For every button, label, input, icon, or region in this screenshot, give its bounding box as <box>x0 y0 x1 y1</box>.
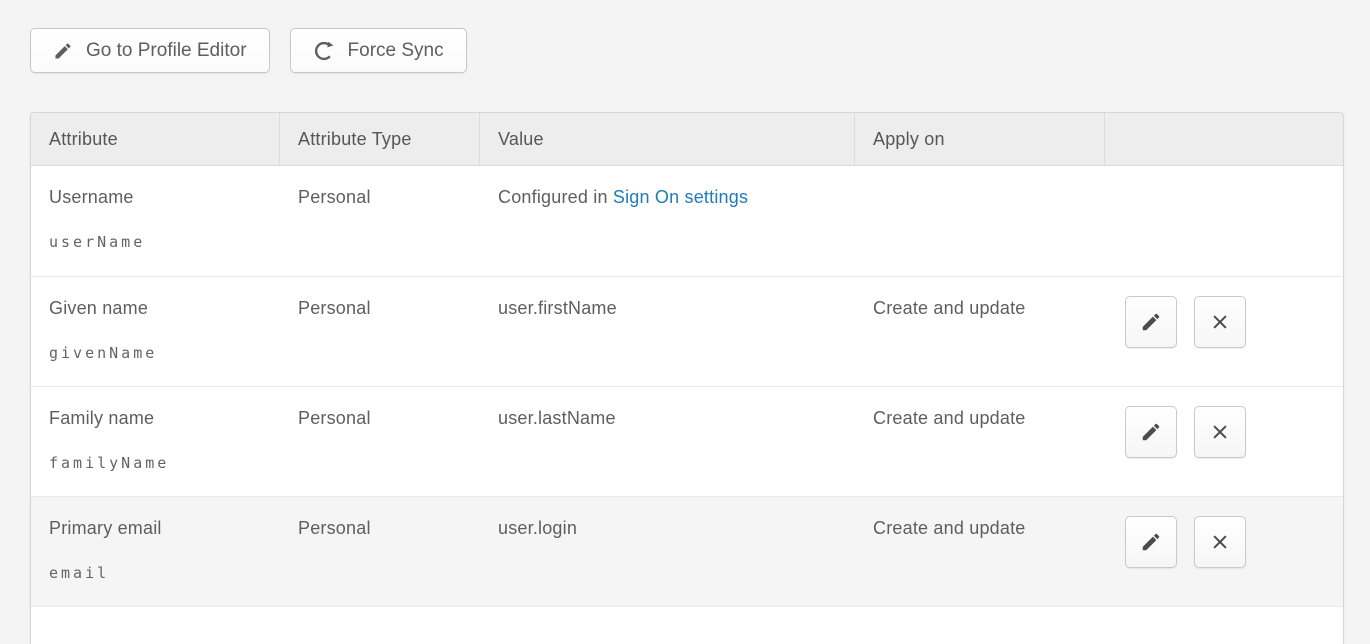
remove-attribute-button[interactable] <box>1194 296 1246 348</box>
table-header: Attribute Attribute Type Value Apply on <box>31 113 1343 166</box>
column-header-attribute: Attribute <box>31 113 280 165</box>
column-header-attribute-type: Attribute Type <box>280 113 480 165</box>
close-icon <box>1209 531 1231 553</box>
actions-cell <box>1105 497 1343 606</box>
edit-attribute-button[interactable] <box>1125 296 1177 348</box>
edit-attribute-button[interactable] <box>1125 406 1177 458</box>
table-row-empty <box>31 606 1343 644</box>
toolbar: Go to Profile Editor Force Sync <box>0 0 1370 73</box>
attribute-mappings-table: Attribute Attribute Type Value Apply on … <box>30 112 1344 644</box>
value-text: user.login <box>498 518 577 538</box>
table-row: Username userName Personal Configured in… <box>31 166 1343 276</box>
value-text: user.firstName <box>498 298 617 318</box>
close-icon <box>1209 421 1231 443</box>
attribute-label: Primary email <box>49 518 262 539</box>
attribute-type-cell: Personal <box>280 497 480 606</box>
apply-on-cell: Create and update <box>855 387 1105 496</box>
attribute-type-cell: Personal <box>280 166 480 276</box>
remove-attribute-button[interactable] <box>1194 516 1246 568</box>
apply-on-cell: Create and update <box>855 277 1105 386</box>
value-text: user.lastName <box>498 408 616 428</box>
actions-cell <box>1105 277 1343 386</box>
value-text: Configured in <box>498 187 613 207</box>
refresh-icon <box>313 40 335 62</box>
table-row: Primary email email Personal user.login … <box>31 496 1343 606</box>
attribute-label: Family name <box>49 408 262 429</box>
attribute-name: givenName <box>49 344 262 362</box>
remove-attribute-button[interactable] <box>1194 406 1246 458</box>
value-cell: user.firstName <box>480 277 855 386</box>
column-header-apply-on: Apply on <box>855 113 1105 165</box>
column-header-actions <box>1105 113 1343 165</box>
attribute-name: familyName <box>49 454 262 472</box>
attribute-cell: Primary email email <box>31 497 280 606</box>
pencil-icon <box>1140 421 1162 443</box>
attribute-name: email <box>49 564 262 582</box>
attribute-name: userName <box>49 233 262 251</box>
column-header-value: Value <box>480 113 855 165</box>
go-to-profile-editor-label: Go to Profile Editor <box>86 40 247 62</box>
attribute-cell: Username userName <box>31 166 280 276</box>
apply-on-cell: Create and update <box>855 497 1105 606</box>
actions-cell <box>1105 387 1343 496</box>
apply-on-cell <box>855 166 1105 276</box>
pencil-icon <box>1140 531 1162 553</box>
attribute-cell: Family name familyName <box>31 387 280 496</box>
force-sync-button[interactable]: Force Sync <box>290 28 467 73</box>
table-row: Given name givenName Personal user.first… <box>31 276 1343 386</box>
edit-attribute-button[interactable] <box>1125 516 1177 568</box>
attribute-type-cell: Personal <box>280 387 480 496</box>
value-cell: Configured in Sign On settings <box>480 166 855 276</box>
close-icon <box>1209 311 1231 333</box>
go-to-profile-editor-button[interactable]: Go to Profile Editor <box>30 28 270 73</box>
actions-cell <box>1105 166 1343 276</box>
force-sync-label: Force Sync <box>348 40 444 62</box>
pencil-icon <box>53 41 73 61</box>
attribute-type-cell: Personal <box>280 277 480 386</box>
attribute-cell: Given name givenName <box>31 277 280 386</box>
value-cell: user.login <box>480 497 855 606</box>
sign-on-settings-link[interactable]: Sign On settings <box>613 187 748 207</box>
pencil-icon <box>1140 311 1162 333</box>
table-body: Username userName Personal Configured in… <box>31 166 1343 606</box>
attribute-label: Given name <box>49 298 262 319</box>
attribute-label: Username <box>49 187 262 208</box>
value-cell: user.lastName <box>480 387 855 496</box>
table-row: Family name familyName Personal user.las… <box>31 386 1343 496</box>
